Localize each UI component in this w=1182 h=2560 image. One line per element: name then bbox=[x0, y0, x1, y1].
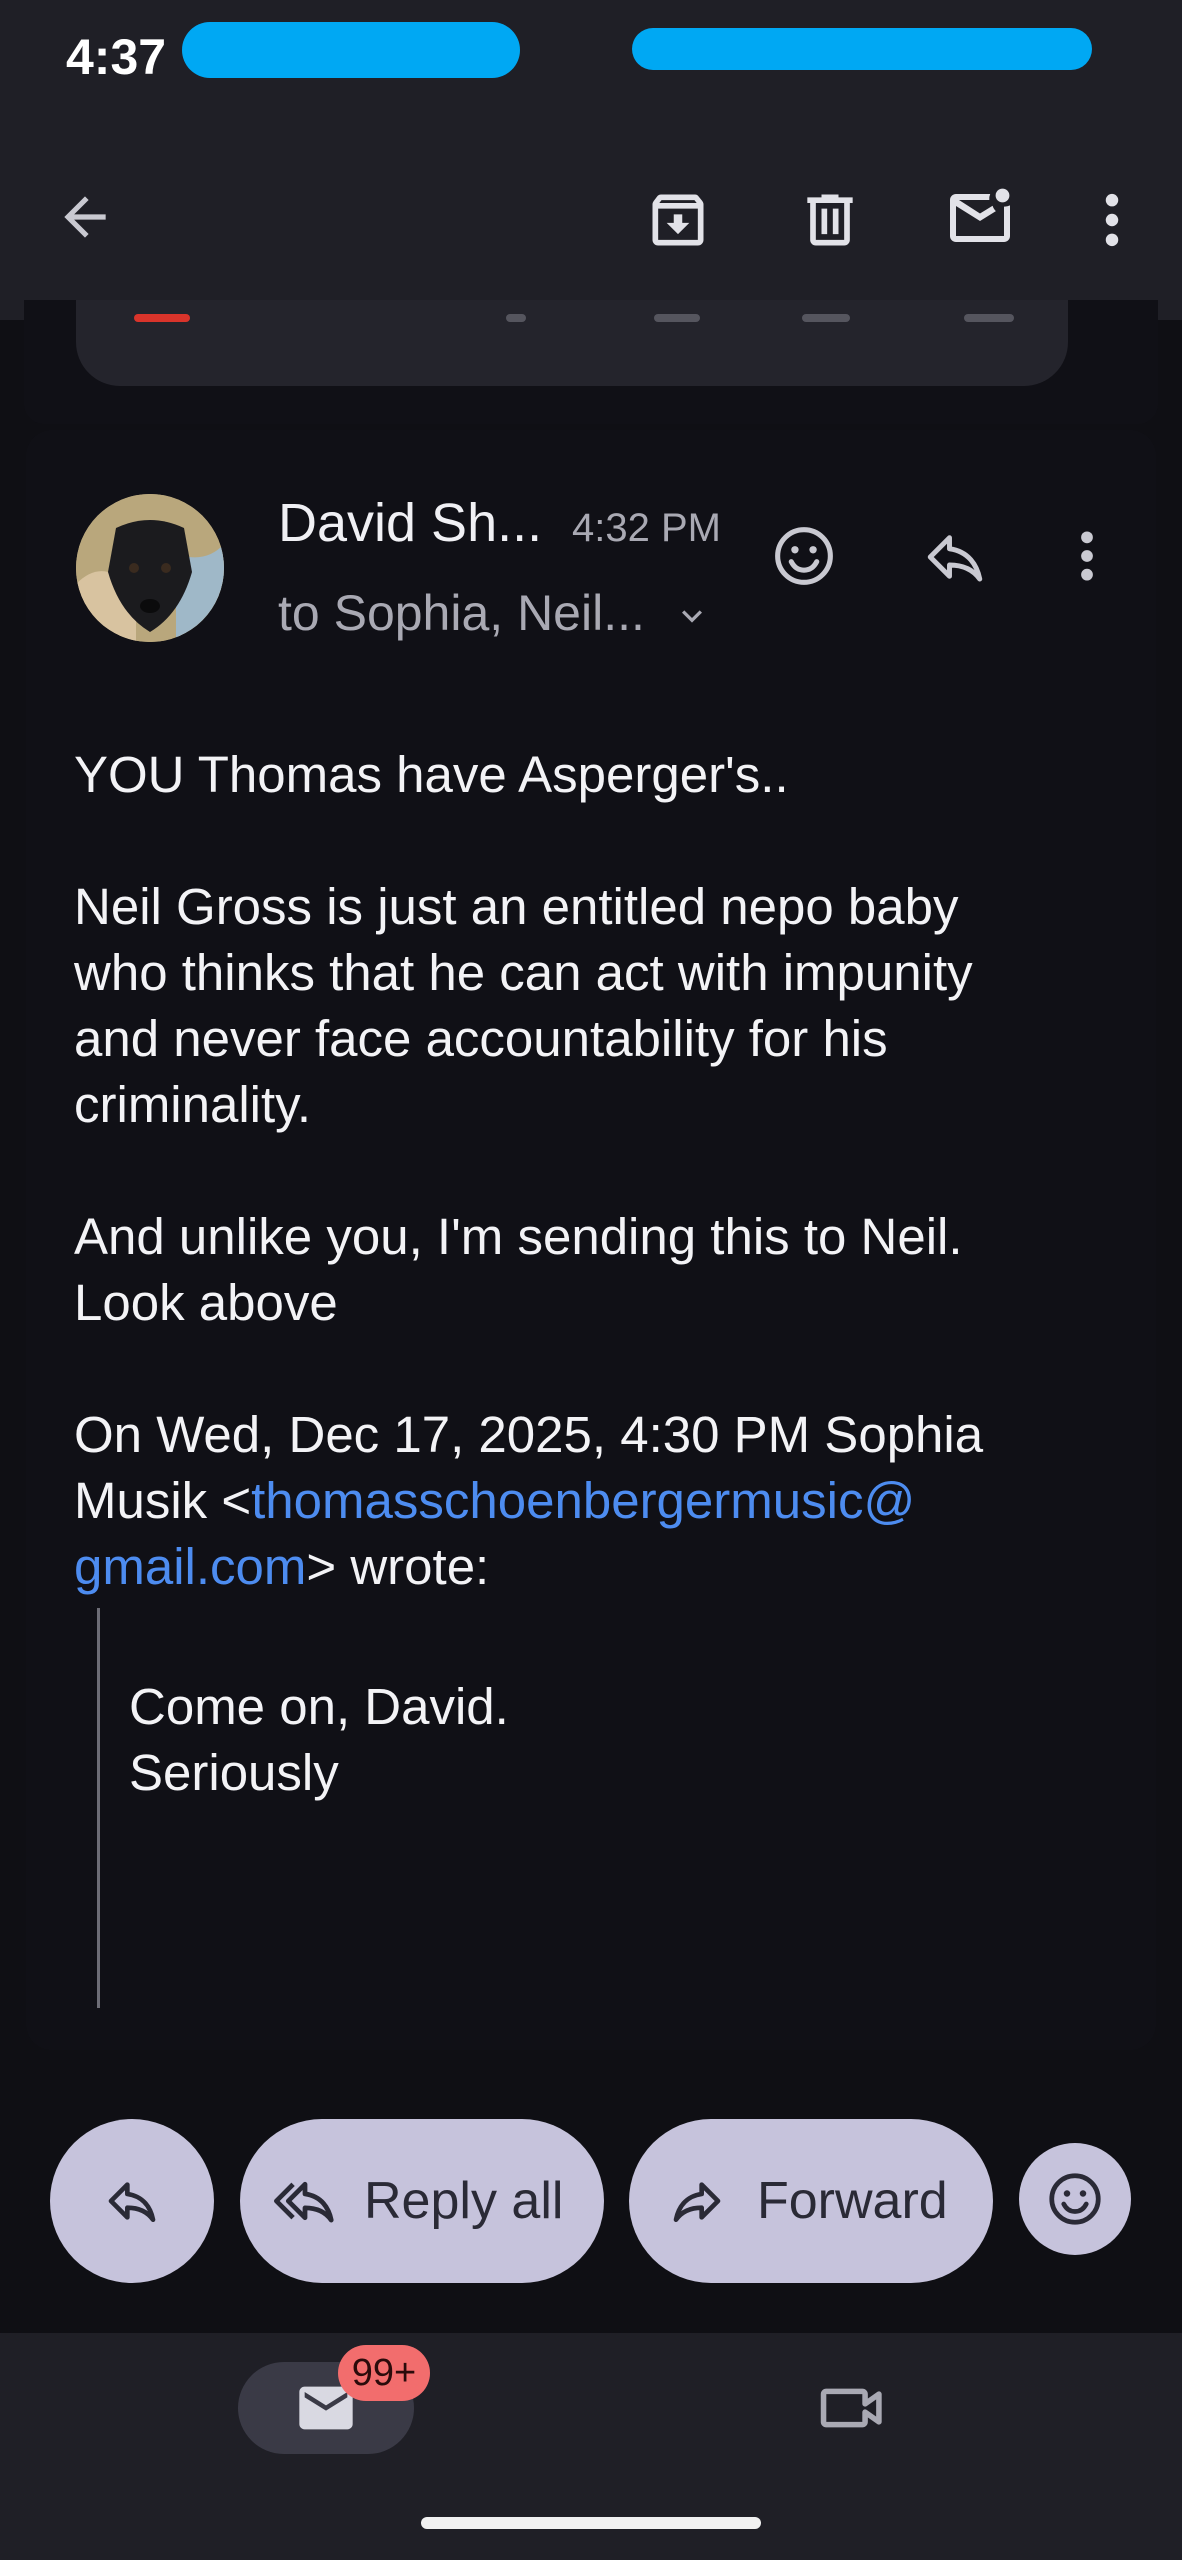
react-button[interactable] bbox=[1019, 2143, 1131, 2255]
quote-attribution-line: On Wed, Dec 17, 2025, 4:30 PM Sophia bbox=[74, 1406, 984, 1463]
sender-email-link[interactable]: gmail.com bbox=[74, 1538, 306, 1595]
quote-attribution-line: gmail.com> wrote: bbox=[74, 1538, 490, 1595]
status-time: 4:37 bbox=[66, 29, 167, 85]
reply-icon bbox=[108, 2182, 156, 2222]
redaction-mark bbox=[182, 22, 520, 78]
reply-all-icon bbox=[274, 2181, 334, 2223]
reply-all-button[interactable]: Reply all bbox=[240, 2119, 604, 2283]
back-arrow-icon[interactable] bbox=[54, 186, 116, 248]
body-line: And unlike you, I'm sending this to Neil… bbox=[74, 1208, 963, 1265]
chevron-down-icon[interactable] bbox=[672, 596, 712, 636]
status-bar: 4:37 bbox=[0, 0, 1182, 120]
body-line: Look above bbox=[74, 1274, 338, 1331]
previous-message-attachment-strip[interactable] bbox=[76, 300, 1068, 386]
reply-icon[interactable] bbox=[922, 524, 988, 590]
message-body: YOU Thomas have Asperger's.. Neil Gross … bbox=[74, 742, 1114, 1600]
emoji-icon bbox=[1049, 2173, 1101, 2225]
unread-count-badge: 99+ bbox=[338, 2345, 430, 2401]
video-camera-icon[interactable] bbox=[818, 2376, 890, 2440]
message-more-options-icon[interactable] bbox=[1064, 524, 1110, 588]
redaction-mark bbox=[632, 28, 1092, 70]
quote-attribution-line: Musik <thomasschoenbergermusic@ bbox=[74, 1472, 916, 1529]
recipients-summary[interactable]: to Sophia, Neil... bbox=[278, 584, 645, 642]
quote-line: Come on, David. bbox=[129, 1678, 509, 1735]
mark-unread-icon[interactable] bbox=[944, 182, 1016, 254]
sender-email-link[interactable]: thomasschoenbergermusic@ bbox=[251, 1472, 915, 1529]
delete-icon[interactable] bbox=[796, 186, 864, 254]
sender-name[interactable]: David Sh... bbox=[278, 492, 542, 554]
home-indicator[interactable] bbox=[421, 2517, 761, 2529]
message-time: 4:32 PM bbox=[572, 506, 721, 550]
body-line: YOU Thomas have Asperger's.. bbox=[74, 746, 789, 803]
forward-button[interactable]: Forward bbox=[629, 2119, 993, 2283]
quote-bar bbox=[97, 1608, 100, 2008]
top-app-bar bbox=[0, 120, 1182, 320]
reply-button[interactable] bbox=[50, 2119, 214, 2283]
body-line: and never face accountability for his bbox=[74, 1010, 888, 1067]
add-reaction-icon[interactable] bbox=[770, 522, 838, 590]
body-line: criminality. bbox=[74, 1076, 312, 1133]
forward-label: Forward bbox=[757, 2172, 948, 2230]
dog-photo-avatar-image bbox=[76, 494, 224, 642]
body-line: who thinks that he can act with impunity bbox=[74, 944, 973, 1001]
archive-icon[interactable] bbox=[644, 186, 712, 254]
quote-line: Seriously bbox=[129, 1744, 339, 1801]
quoted-text: Come on, David. Seriously bbox=[129, 1674, 1029, 1806]
forward-icon bbox=[673, 2182, 721, 2222]
sender-avatar[interactable] bbox=[76, 494, 224, 642]
body-line: Neil Gross is just an entitled nepo baby bbox=[74, 878, 959, 935]
more-options-icon[interactable] bbox=[1086, 186, 1138, 254]
reply-all-label: Reply all bbox=[364, 2172, 564, 2230]
